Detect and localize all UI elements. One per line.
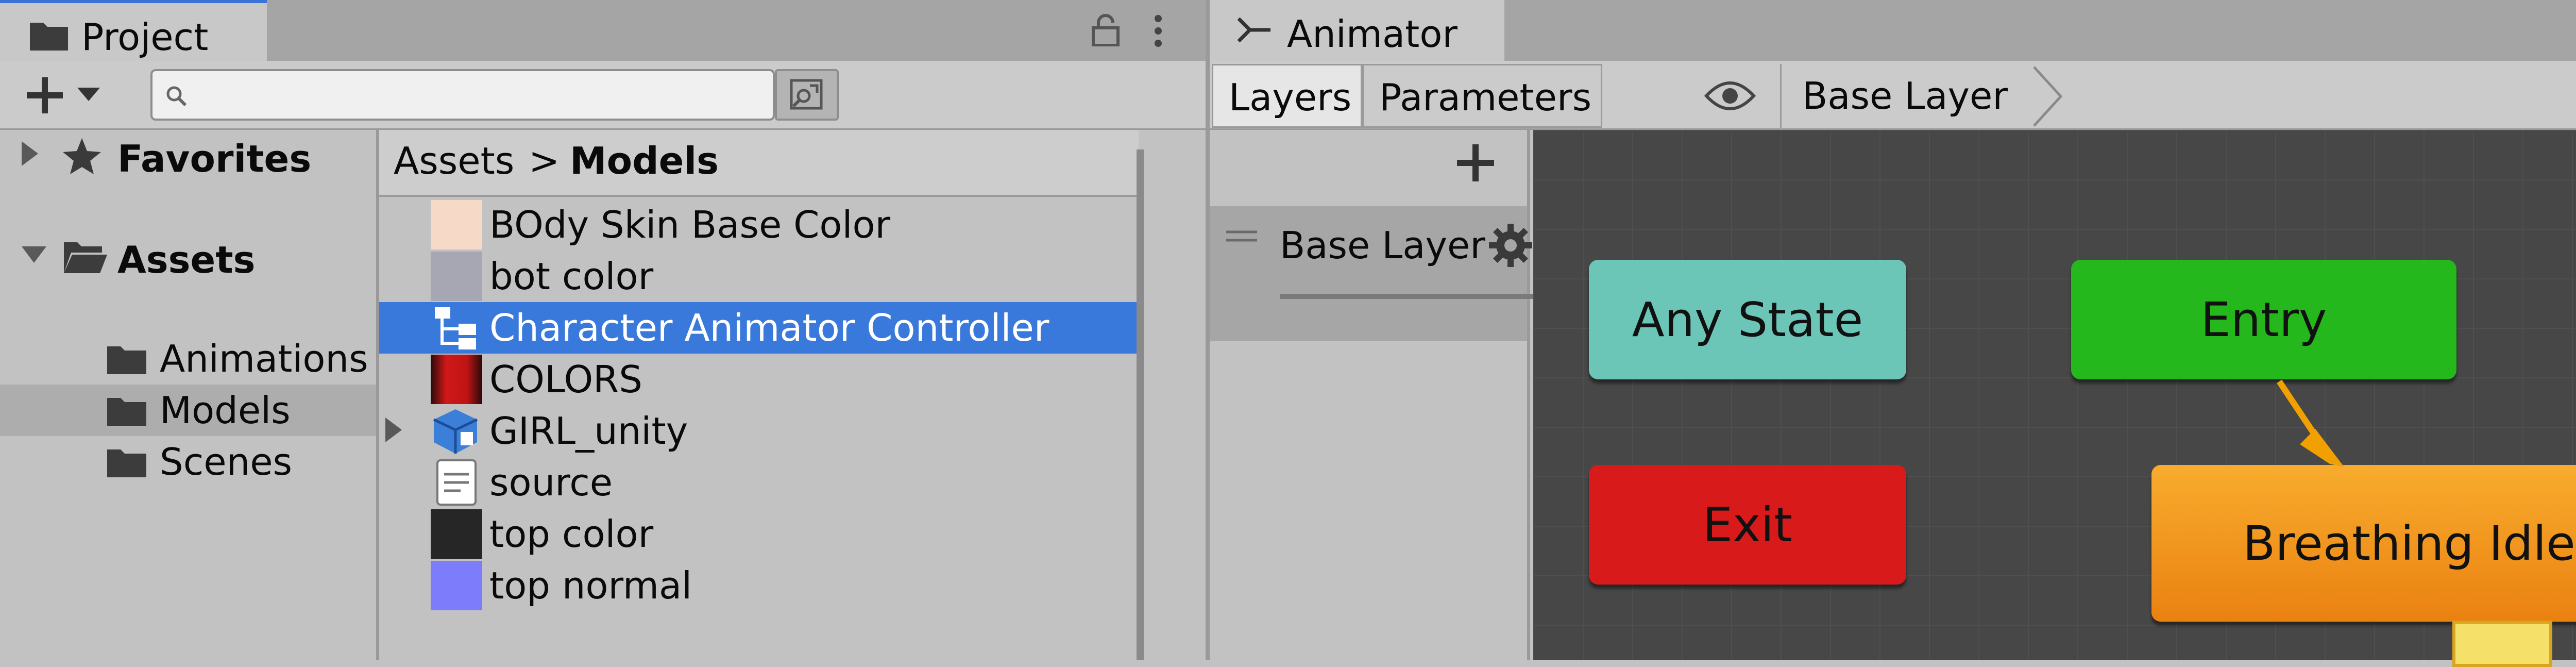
folder-icon: [29, 19, 69, 52]
animator-tab-label: Animator: [1287, 12, 1458, 56]
plus-icon[interactable]: [25, 75, 65, 115]
file-name: Character Animator Controller: [489, 306, 1049, 349]
project-toolbar: [0, 61, 1206, 130]
texture-thumbnail: [431, 509, 482, 559]
add-layer-icon[interactable]: [1455, 142, 1496, 184]
texture-thumbnail: [431, 561, 482, 610]
tree-item-animations[interactable]: Animations: [0, 333, 376, 385]
list-item[interactable]: BOdy Skin Base Color: [379, 199, 1139, 251]
animator-controller-icon: [433, 305, 479, 351]
folder-icon: [106, 342, 147, 375]
tree-assets[interactable]: Assets: [117, 241, 256, 278]
file-name: source: [489, 461, 613, 504]
animator-icon: [1236, 16, 1274, 47]
search-filter-icon: [788, 78, 825, 111]
scrollbar[interactable]: [1137, 149, 1144, 660]
tab-layers[interactable]: Layers: [1212, 64, 1362, 128]
search-filter-button[interactable]: [775, 69, 839, 121]
layers-panel: Base Layer: [1210, 130, 1565, 660]
breadcrumb-separator: >: [529, 139, 560, 182]
search-icon: [165, 85, 188, 107]
breadcrumb-models[interactable]: Models: [570, 142, 719, 179]
tree-item-models[interactable]: Models: [0, 385, 376, 436]
collapse-arrow-icon[interactable]: [21, 245, 47, 264]
list-item[interactable]: GIRL_unity: [379, 405, 1139, 457]
tree-item-scenes[interactable]: Scenes: [0, 436, 376, 488]
tree-item-label: Animations: [160, 337, 368, 380]
layer-item[interactable]: Base Layer: [1210, 206, 1565, 341]
file-name: COLORS: [489, 358, 642, 401]
tree-item-label: Scenes: [160, 440, 293, 483]
layer-name: Base Layer: [1280, 224, 1485, 267]
project-window: Project Favorites Assets Animations Mode…: [0, 0, 1206, 660]
state-progress-indicator: [2452, 621, 2552, 667]
tab-animator[interactable]: Animator: [1210, 0, 1504, 61]
breadcrumb: Assets > Models: [379, 130, 1139, 197]
model-prefab-icon: [431, 407, 480, 455]
tree-favorites[interactable]: Favorites: [117, 140, 311, 177]
layer-breadcrumb-label: Base Layer: [1802, 74, 2008, 118]
list-item[interactable]: source: [379, 457, 1139, 508]
breadcrumb-arrow-icon: [2033, 66, 2064, 127]
file-name: bot color: [489, 255, 654, 298]
gear-icon[interactable]: [1488, 223, 1533, 268]
kebab-menu-icon[interactable]: [1152, 14, 1164, 47]
texture-thumbnail: [431, 252, 482, 301]
texture-thumbnail: [431, 355, 482, 404]
tab-parameters[interactable]: Parameters: [1362, 64, 1602, 128]
eye-icon: [1704, 80, 1756, 111]
tree-item-label: Models: [160, 389, 291, 432]
dropdown-arrow-icon[interactable]: [77, 88, 100, 102]
file-list: BOdy Skin Base Color bot color Character…: [379, 199, 1139, 660]
file-name: top color: [489, 512, 654, 556]
layer-breadcrumb[interactable]: Base Layer: [1782, 64, 2063, 128]
window-splitter[interactable]: [1206, 0, 1210, 660]
animator-toolbar: Layers Parameters Base Layer: [1210, 61, 2576, 130]
tab-project[interactable]: Project: [0, 0, 267, 61]
file-name: GIRL_unity: [489, 409, 688, 453]
list-item[interactable]: top color: [379, 508, 1139, 560]
folder-icon: [106, 394, 147, 427]
expand-arrow-icon[interactable]: [384, 416, 403, 443]
tab-layers-label: Layers: [1229, 76, 1352, 119]
texture-thumbnail: [431, 200, 482, 249]
expand-arrow-icon[interactable]: [21, 140, 39, 167]
list-item[interactable]: top normal: [379, 560, 1139, 611]
layer-weight-bar: [1280, 294, 1565, 299]
eye-toggle[interactable]: [1602, 64, 1782, 128]
list-item-selected[interactable]: Character Animator Controller: [379, 302, 1139, 354]
drag-handle-icon[interactable]: [1225, 230, 1258, 242]
folder-tree: Favorites Assets Animations Models Scene…: [0, 130, 376, 660]
text-file-icon: [436, 459, 477, 506]
file-name: BOdy Skin Base Color: [489, 203, 891, 246]
star-icon: [62, 137, 102, 175]
breadcrumb-assets[interactable]: Assets: [394, 142, 514, 179]
state-machine-graph[interactable]: Any State Entry Exit Breathing Idle: [1533, 130, 2576, 667]
file-name: top normal: [489, 564, 692, 607]
open-folder-icon: [62, 238, 108, 274]
list-item[interactable]: COLORS: [379, 354, 1139, 405]
folder-icon: [106, 445, 147, 478]
search-input[interactable]: [150, 69, 775, 121]
project-tab-label: Project: [81, 15, 209, 59]
animator-window: Animator Layers Parameters Base Layer Ba…: [1210, 0, 2576, 667]
tab-parameters-label: Parameters: [1379, 76, 1592, 119]
lock-icon[interactable]: [1090, 13, 1121, 46]
list-item[interactable]: bot color: [379, 251, 1139, 302]
transition-arrow[interactable]: [1533, 130, 2576, 660]
